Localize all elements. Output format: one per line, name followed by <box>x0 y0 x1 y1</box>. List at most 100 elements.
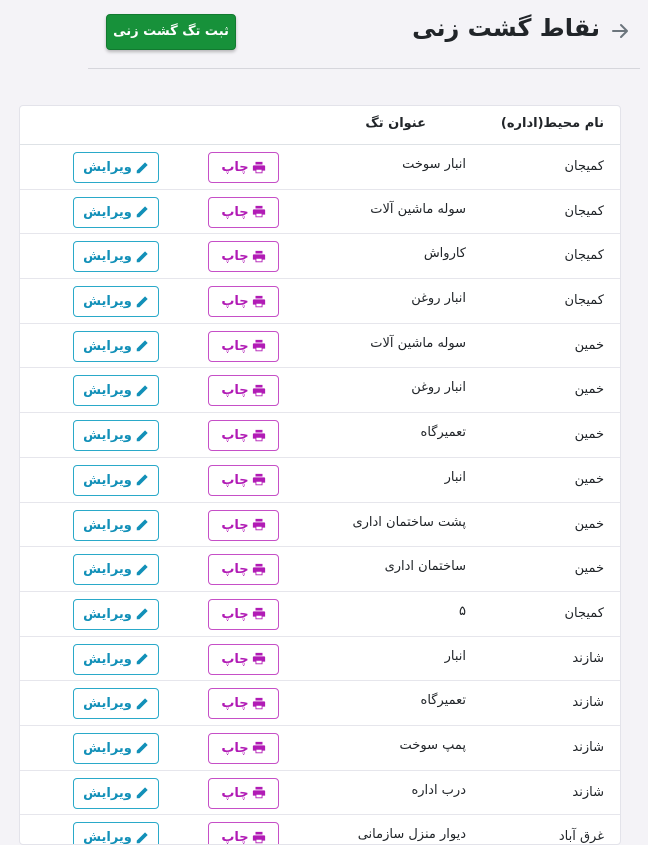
cell-title: ۵ <box>459 603 466 619</box>
print-button-label: چاپ <box>221 160 249 175</box>
print-button[interactable]: چاپ <box>208 777 279 809</box>
print-button[interactable]: چاپ <box>208 286 279 318</box>
cell-title: انبار سوخت <box>402 157 466 172</box>
edit-button-label: ویرایش <box>83 830 132 845</box>
print-button[interactable]: چاپ <box>208 375 279 407</box>
print-button[interactable]: چاپ <box>208 509 279 541</box>
edit-button[interactable]: ویرایش <box>73 330 159 362</box>
print-button[interactable]: چاپ <box>208 598 279 630</box>
edit-button-label: ویرایش <box>83 562 132 578</box>
table-body: کمیجان انبار سوخت چاپ ویرایش کمیجان سوله… <box>20 145 620 845</box>
table-row: خمین پشت ساختمان اداری چاپ ویرایش <box>20 503 620 548</box>
pencil-icon <box>135 429 149 443</box>
printer-icon <box>252 741 266 755</box>
printer-icon <box>252 473 266 487</box>
edit-button[interactable]: ویرایش <box>73 554 159 586</box>
edit-button[interactable]: ویرایش <box>73 241 159 273</box>
edit-button[interactable]: ویرایش <box>73 375 159 407</box>
table-row: خمین سوله ماشین آلات چاپ ویرایش <box>20 324 620 369</box>
print-button[interactable]: چاپ <box>208 420 279 452</box>
print-button-label: چاپ <box>221 696 249 712</box>
edit-button-label: ویرایش <box>83 517 132 533</box>
cell-env: شازند <box>572 650 604 666</box>
cell-title: انبار روغن <box>411 380 466 396</box>
pencil-icon <box>135 295 149 309</box>
cell-env: خمین <box>574 561 604 577</box>
edit-button[interactable]: ویرایش <box>73 598 159 630</box>
pencil-icon <box>135 652 149 666</box>
table-row: کمیجان انبار روغن چاپ ویرایش <box>20 279 620 324</box>
edit-button[interactable]: ویرایش <box>73 643 159 675</box>
printer-icon <box>252 205 266 219</box>
print-button[interactable]: چاپ <box>208 330 279 362</box>
print-button-label: چاپ <box>221 606 249 622</box>
edit-button-label: ویرایش <box>83 785 132 801</box>
cell-title: پمپ سوخت <box>399 737 466 753</box>
print-button[interactable]: چاپ <box>208 241 279 273</box>
printer-icon <box>252 429 266 443</box>
table-row: خمین ساختمان اداری چاپ ویرایش <box>20 547 620 592</box>
cell-title: انبار روغن <box>411 291 466 307</box>
print-button[interactable]: چاپ <box>208 643 279 675</box>
pencil-icon <box>135 563 149 577</box>
table-row: کمیجان ۵ چاپ ویرایش <box>20 592 620 637</box>
table-row: خمین انبار چاپ ویرایش <box>20 458 620 503</box>
edit-button[interactable]: ویرایش <box>73 688 159 720</box>
header-divider <box>88 68 640 69</box>
print-button[interactable]: چاپ <box>208 822 279 844</box>
cell-env: کمیجان <box>564 203 604 219</box>
print-button[interactable]: چاپ <box>208 464 279 496</box>
tags-table: نام محیط(اداره) عنوان تگ کمیجان انبار سو… <box>19 105 621 845</box>
print-button[interactable]: چاپ <box>208 688 279 720</box>
print-button-label: چاپ <box>221 428 249 444</box>
printer-icon <box>252 786 266 800</box>
printer-icon <box>252 384 266 398</box>
print-button[interactable]: چاپ <box>208 732 279 764</box>
edit-button[interactable]: ویرایش <box>73 420 159 452</box>
cell-title: پشت ساختمان اداری <box>352 514 466 530</box>
edit-button[interactable]: ویرایش <box>73 777 159 809</box>
cell-title: سوله ماشین آلات <box>370 335 466 351</box>
pencil-icon <box>135 205 149 219</box>
cell-env: خمین <box>574 427 604 443</box>
cell-title: کارواش <box>423 246 466 262</box>
printer-icon <box>252 607 266 621</box>
pencil-icon <box>135 473 149 487</box>
printer-icon <box>252 563 266 577</box>
table-row: شازند درب اداره چاپ ویرایش <box>20 771 620 816</box>
cell-env: خمین <box>574 382 604 398</box>
pencil-icon <box>135 161 149 175</box>
print-button-label: چاپ <box>221 740 249 756</box>
edit-button[interactable]: ویرایش <box>73 286 159 318</box>
cell-title: انبار <box>444 469 466 485</box>
edit-button-label: ویرایش <box>83 696 132 712</box>
back-arrow-icon[interactable] <box>610 21 630 41</box>
printer-icon <box>252 697 266 711</box>
print-button-label: چاپ <box>221 785 249 801</box>
add-tag-button[interactable]: ثبت تگ گشت زنی <box>106 14 236 50</box>
edit-button[interactable]: ویرایش <box>73 822 159 845</box>
cell-env: کمیجان <box>564 605 604 621</box>
cell-title: تعمیرگاه <box>420 693 466 709</box>
print-button-label: چاپ <box>221 651 249 667</box>
cell-env: کمیجان <box>564 159 604 174</box>
table-row: کمیجان سوله ماشین آلات چاپ ویرایش <box>20 190 620 235</box>
print-button[interactable]: چاپ <box>208 196 279 228</box>
print-button-label: چاپ <box>221 472 249 488</box>
edit-button[interactable]: ویرایش <box>73 509 159 541</box>
edit-button[interactable]: ویرایش <box>73 732 159 764</box>
pencil-icon <box>135 384 149 398</box>
table-row: خمین تعمیرگاه چاپ ویرایش <box>20 413 620 458</box>
edit-button[interactable]: ویرایش <box>73 464 159 496</box>
cell-env: کمیجان <box>564 293 604 309</box>
table-row: کمیجان انبار سوخت چاپ ویرایش <box>20 145 620 190</box>
pencil-icon <box>135 607 149 621</box>
table-row: شازند پمپ سوخت چاپ ویرایش <box>20 726 620 771</box>
print-button[interactable]: چاپ <box>208 554 279 586</box>
print-button-label: چاپ <box>221 562 249 578</box>
edit-button-label: ویرایش <box>83 740 132 756</box>
print-button[interactable]: چاپ <box>208 152 279 183</box>
edit-button[interactable]: ویرایش <box>73 196 159 228</box>
edit-button[interactable]: ویرایش <box>73 152 159 183</box>
cell-title: ساختمان اداری <box>384 559 466 575</box>
